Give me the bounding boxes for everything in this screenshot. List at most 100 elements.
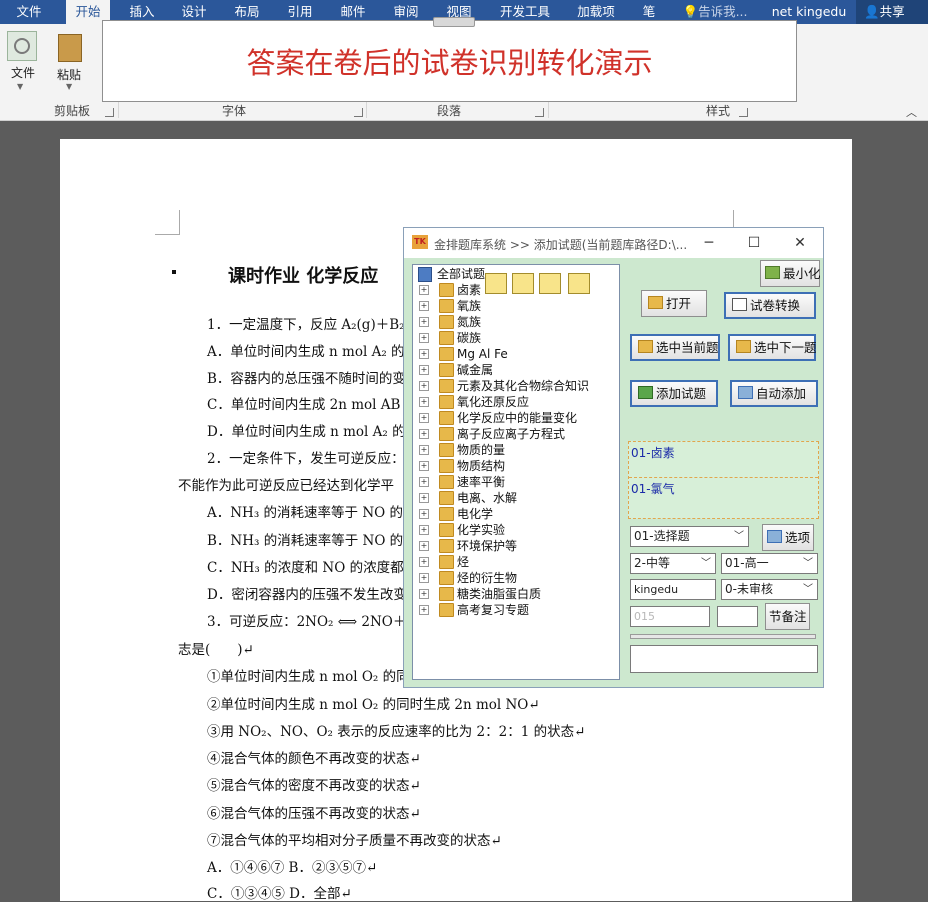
file-button[interactable] <box>7 31 37 61</box>
difficulty-select[interactable]: 2-中等 ﹀ <box>630 553 716 574</box>
person-icon: 👤 <box>864 4 880 19</box>
share-button[interactable]: 👤共享 <box>856 0 928 24</box>
select-current-label: 选中当前题 <box>656 340 719 355</box>
bullet <box>172 270 176 274</box>
add-question-button[interactable]: 添加试题 <box>630 380 718 407</box>
expand-icon[interactable]: + <box>419 477 429 487</box>
dialog-launcher-icon[interactable] <box>535 108 544 117</box>
folder-icon <box>439 411 454 425</box>
window-close-button[interactable]: ✕ <box>788 232 812 254</box>
minimize-button[interactable]: 最小化 <box>760 260 821 287</box>
question-bank-dialog: TK 金排题库系统 >> 添加试题(当前题库路径D:\... ─ ☐ ✕ 全部试… <box>403 227 824 688</box>
minimize-icon <box>765 266 780 279</box>
expand-icon[interactable]: + <box>419 285 429 295</box>
folder-icon <box>439 539 454 553</box>
expand-icon[interactable]: + <box>419 461 429 471</box>
panel-line: 01-氯气 <box>631 482 675 496</box>
document-title: 课时作业 化学反应 <box>228 266 379 287</box>
dialog-titlebar[interactable]: TK 金排题库系统 >> 添加试题(当前题库路径D:\... ─ ☐ ✕ <box>404 228 823 258</box>
doc-line: ③用 NO₂、NO、O₂ 表示的反应速率的比为 2：2：1 的状态↵ <box>207 724 586 740</box>
tree-item-label: 氧化还原反应 <box>457 395 530 409</box>
tree-edit-icon[interactable] <box>539 273 561 294</box>
question-type-select[interactable]: 01-选择题 ﹀ <box>630 526 749 547</box>
dialog-launcher-icon[interactable] <box>354 108 363 117</box>
expand-icon[interactable]: + <box>419 493 429 503</box>
tree-item-label: 糖类油脂蛋白质 <box>457 587 542 601</box>
folder-icon <box>638 340 653 353</box>
expand-icon[interactable]: + <box>419 557 429 567</box>
folder-icon <box>439 475 454 489</box>
open-folder-icon <box>648 296 663 309</box>
window-maximize-button[interactable]: ☐ <box>742 232 766 254</box>
expand-icon[interactable]: + <box>419 525 429 535</box>
expand-icon[interactable]: + <box>419 317 429 327</box>
tree-item-label: 氧族 <box>457 299 482 313</box>
expand-icon[interactable]: + <box>419 381 429 391</box>
open-button[interactable]: 打开 <box>641 290 707 317</box>
notes-input[interactable] <box>630 645 818 673</box>
expand-icon[interactable]: + <box>419 349 429 359</box>
tree-item-label: 化学实验 <box>457 523 506 537</box>
plus-icon <box>638 386 653 399</box>
options-label: 选项 <box>785 530 811 545</box>
options-icon <box>767 530 782 543</box>
lightbulb-icon: 💡 <box>682 4 699 19</box>
difficulty-value: 2-中等 <box>634 556 670 570</box>
tree-export-icon[interactable] <box>512 273 534 294</box>
remark-button[interactable]: 节备注 <box>765 603 810 630</box>
doc-line: 志是( )↵ <box>178 642 254 658</box>
banner: 答案在卷后的试卷识别转化演示 <box>102 17 797 102</box>
number-input[interactable] <box>717 606 758 627</box>
doc-line: A．①④⑥⑦ B．②③⑤⑦↵ <box>207 860 378 876</box>
grade-select[interactable]: 01-高一 ﹀ <box>721 553 818 574</box>
convert-paper-button[interactable]: 试卷转换 <box>724 292 816 319</box>
tree-item-label: 高考复习专题 <box>457 603 530 617</box>
window-minimize-button[interactable]: ─ <box>697 232 721 254</box>
code-input[interactable]: 015 <box>630 606 710 627</box>
auto-add-label: 自动添加 <box>756 386 807 401</box>
auto-add-button[interactable]: 自动添加 <box>730 380 818 407</box>
collapse-ribbon-icon[interactable]: ︿ <box>906 104 917 120</box>
tree-add-icon[interactable] <box>485 273 507 294</box>
doc-line: 不能作为此可逆反应已经达到化学平 <box>178 478 394 494</box>
expand-icon[interactable]: + <box>419 573 429 583</box>
paste-label[interactable]: 粘贴 <box>57 66 81 83</box>
tree-item-label: 碱金属 <box>457 363 494 377</box>
tree-delete-icon[interactable] <box>568 273 590 294</box>
progress-bar <box>630 634 816 639</box>
paste-icon[interactable] <box>58 34 82 62</box>
doc-line: D．密闭容器内的压强不发生改变 <box>207 587 407 603</box>
doc-line: ⑥混合气体的压强不再改变的状态↵ <box>207 806 421 822</box>
expand-icon[interactable]: + <box>419 301 429 311</box>
folder-icon <box>736 340 751 353</box>
tree-item-label: 化学反应中的能量变化 <box>457 411 578 425</box>
tree-item-label: 烃的衍生物 <box>457 571 518 585</box>
author-input[interactable]: kingedu <box>630 579 716 600</box>
review-status-select[interactable]: 0-未审核 ﹀ <box>721 579 818 600</box>
category-tree[interactable]: 全部试题 + 卤素 + 氧族 + 氮族 + 碳族 + Mg Al Fe + 碱金属 + 元素及其化合物综合… <box>412 264 620 680</box>
doc-line: C．单位时间内生成 2n mol AB 的 <box>207 397 419 413</box>
chevron-down-icon: ▼ <box>66 82 73 91</box>
options-button[interactable]: 选项 <box>762 524 814 551</box>
expand-icon[interactable]: + <box>419 333 429 343</box>
doc-line: 3．可逆反应：2NO₂ ⟺ 2NO＋ <box>207 614 407 630</box>
expand-icon[interactable]: + <box>419 605 429 615</box>
dialog-launcher-icon[interactable] <box>105 108 114 117</box>
expand-icon[interactable]: + <box>419 365 429 375</box>
group-clipboard: 剪贴板 <box>54 104 91 118</box>
expand-icon[interactable]: + <box>419 445 429 455</box>
expand-icon[interactable]: + <box>419 429 429 439</box>
tree-item-label: 物质的量 <box>457 443 506 457</box>
expand-icon[interactable]: + <box>419 589 429 599</box>
expand-icon[interactable]: + <box>419 413 429 423</box>
select-next-button[interactable]: 选中下一题 <box>728 334 817 361</box>
expand-icon[interactable]: + <box>419 541 429 551</box>
folder-icon <box>439 491 454 505</box>
dialog-launcher-icon[interactable] <box>739 108 748 117</box>
folder-icon <box>439 315 454 329</box>
select-current-button[interactable]: 选中当前题 <box>630 334 720 361</box>
tab-file[interactable]: 文件 <box>0 0 58 24</box>
doc-line: D．单位时间内生成 n mol A₂ 的同 <box>207 424 420 440</box>
expand-icon[interactable]: + <box>419 397 429 407</box>
expand-icon[interactable]: + <box>419 509 429 519</box>
